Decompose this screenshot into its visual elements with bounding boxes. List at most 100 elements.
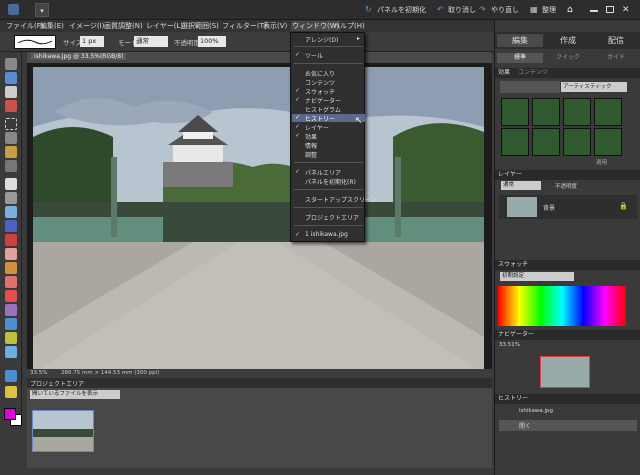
gradient-tool-icon[interactable] bbox=[5, 332, 17, 344]
history-item-snapshot[interactable]: ishikawa.jpg bbox=[499, 406, 637, 418]
subtab-guided[interactable]: ガイド bbox=[593, 53, 639, 63]
red-eye-tool-icon[interactable] bbox=[5, 234, 17, 246]
healing-brush-icon[interactable] bbox=[5, 248, 17, 260]
menu-item-layers[interactable]: レイヤー bbox=[305, 123, 329, 132]
history-item-open[interactable]: 開く bbox=[499, 420, 637, 431]
menu-filter[interactable]: フィルター(T) bbox=[222, 21, 267, 31]
swatch-set-select[interactable]: 初期設定 bbox=[500, 272, 574, 281]
effect-thumb-7[interactable] bbox=[563, 128, 591, 156]
close-icon[interactable]: ✕ bbox=[622, 3, 630, 17]
reset-panels-icon[interactable]: ↻ bbox=[365, 3, 372, 17]
brush-preview[interactable] bbox=[14, 35, 56, 49]
effect-thumb-8[interactable] bbox=[594, 128, 622, 156]
marquee-tool-icon[interactable] bbox=[5, 118, 17, 130]
lasso-tool-icon[interactable] bbox=[5, 132, 17, 144]
eyedropper-tool-icon[interactable] bbox=[5, 100, 17, 112]
zoom-tool-icon[interactable] bbox=[5, 72, 17, 84]
menu-item-open-document[interactable]: 1 ishikawa.jpg bbox=[305, 231, 348, 238]
menu-item-tools[interactable]: ツール bbox=[305, 51, 323, 60]
navigator-zoom[interactable]: 33.51% bbox=[499, 342, 520, 348]
effect-thumb-3[interactable] bbox=[563, 98, 591, 126]
tab-share[interactable]: 配信 bbox=[593, 34, 639, 47]
menu-item-favorites[interactable]: お気に入り bbox=[305, 69, 335, 78]
swatch-grid[interactable] bbox=[498, 286, 626, 326]
contents-tab[interactable]: コンテンツ bbox=[518, 69, 548, 76]
subtab-full[interactable]: 標準 bbox=[497, 53, 543, 63]
straighten-tool-icon[interactable] bbox=[5, 220, 17, 232]
menu-item-navigator[interactable]: ナビゲーター bbox=[305, 96, 341, 105]
menu-item-adjustments[interactable]: 調整 bbox=[305, 150, 317, 159]
reset-panels-button[interactable]: パネルを初期化 bbox=[377, 3, 426, 17]
selection-brush-icon[interactable] bbox=[5, 160, 17, 172]
foreground-color-swatch[interactable] bbox=[4, 408, 16, 420]
project-files-select[interactable]: 開いているファイルを表示 bbox=[30, 390, 120, 399]
effects-tab[interactable]: 効果 bbox=[498, 69, 510, 76]
layer-row[interactable]: 背景 🔒 bbox=[499, 195, 637, 219]
menu-item-content[interactable]: コンテンツ bbox=[305, 78, 335, 87]
menu-item-panel-bin[interactable]: パネルエリア bbox=[305, 168, 341, 177]
effect-thumb-5[interactable] bbox=[501, 128, 529, 156]
shape-tool-icon[interactable] bbox=[5, 346, 17, 358]
menu-layer[interactable]: レイヤー(L) bbox=[146, 21, 183, 31]
menu-item-swatches[interactable]: スウォッチ bbox=[305, 87, 335, 96]
brush-tool-icon[interactable] bbox=[5, 276, 17, 288]
crop-tool-icon[interactable] bbox=[5, 192, 17, 204]
effects-icons[interactable] bbox=[500, 81, 560, 93]
paint-bucket-icon[interactable] bbox=[5, 318, 17, 330]
sponge-tool-icon[interactable] bbox=[5, 386, 17, 398]
menu-edit[interactable]: 編集(E) bbox=[40, 21, 64, 31]
menu-help[interactable]: ヘルプ(H) bbox=[333, 21, 365, 31]
menu-item-welcome-screen[interactable]: スタートアップスクリーン bbox=[305, 195, 377, 204]
magic-wand-tool-icon[interactable] bbox=[5, 146, 17, 158]
move-tool-icon[interactable] bbox=[5, 58, 17, 70]
menu-item-project-area[interactable]: プロジェクトエリア bbox=[305, 213, 359, 222]
menu-select[interactable]: 選択範囲(S) bbox=[181, 21, 219, 31]
effect-thumb-2[interactable] bbox=[532, 98, 560, 126]
menu-view[interactable]: 表示(V) bbox=[263, 21, 287, 31]
redo-icon[interactable]: ↷ bbox=[479, 3, 486, 17]
menu-item-history[interactable]: ヒストリー bbox=[305, 114, 335, 123]
subtab-quick[interactable]: クイック bbox=[545, 53, 591, 63]
tab-edit[interactable]: 編集 bbox=[497, 34, 543, 47]
effect-thumb-6[interactable] bbox=[532, 128, 560, 156]
pencil-tool-icon[interactable] bbox=[5, 304, 17, 316]
menu-item-histogram[interactable]: ヒストグラム bbox=[305, 105, 341, 114]
menu-item-reset-panels[interactable]: パネルを初期化(R) bbox=[305, 177, 356, 186]
apply-button[interactable]: 適用 bbox=[596, 158, 607, 166]
mode-select[interactable]: 通常 bbox=[134, 36, 168, 47]
menu-file[interactable]: ファイル(F) bbox=[6, 21, 44, 31]
effect-thumb-4[interactable] bbox=[594, 98, 622, 126]
organize-icon[interactable]: ▦ bbox=[530, 3, 538, 17]
color-picker[interactable] bbox=[4, 408, 24, 428]
menu-item-info[interactable]: 情報 bbox=[305, 141, 317, 150]
redo-button[interactable]: やり直し bbox=[491, 3, 519, 17]
photo-canvas[interactable] bbox=[33, 67, 484, 373]
organize-button[interactable]: 整理 bbox=[542, 3, 556, 17]
opacity-field[interactable]: 100% bbox=[198, 36, 226, 47]
zoom-status[interactable]: 33.5% bbox=[30, 370, 47, 376]
maximize-icon[interactable] bbox=[606, 6, 614, 13]
project-thumbnail[interactable] bbox=[32, 410, 94, 452]
menu-item-effects[interactable]: 効果 bbox=[305, 132, 317, 141]
document-tab[interactable]: ishikawa.jpg @ 33.5%(RGB/8) bbox=[27, 52, 492, 63]
menu-item-arrange[interactable]: アレンジ(D) bbox=[305, 35, 338, 44]
menu-enhance[interactable]: 画質調整(N) bbox=[104, 21, 143, 31]
blur-tool-icon[interactable] bbox=[5, 370, 17, 382]
tab-create[interactable]: 作成 bbox=[545, 34, 591, 47]
eraser-tool-icon[interactable] bbox=[5, 290, 17, 302]
blend-mode-select[interactable]: 通常 bbox=[501, 181, 541, 190]
undo-button[interactable]: 取り消し bbox=[448, 3, 476, 17]
effect-thumb-1[interactable] bbox=[501, 98, 529, 126]
hand-tool-icon[interactable] bbox=[5, 86, 17, 98]
navigator-preview[interactable] bbox=[540, 356, 590, 388]
cookie-cutter-icon[interactable] bbox=[5, 206, 17, 218]
undo-icon[interactable]: ↶ bbox=[437, 3, 444, 17]
clone-stamp-icon[interactable] bbox=[5, 262, 17, 274]
workspace-menu-icon[interactable]: ▾ bbox=[35, 3, 49, 17]
type-tool-icon[interactable] bbox=[5, 178, 17, 190]
effects-category-select[interactable]: アーティスティック bbox=[561, 82, 627, 92]
menu-image[interactable]: イメージ(I) bbox=[69, 21, 104, 31]
home-icon[interactable]: ⌂ bbox=[567, 3, 573, 17]
size-field[interactable]: 1 px bbox=[80, 36, 104, 47]
minimize-icon[interactable] bbox=[590, 10, 598, 12]
